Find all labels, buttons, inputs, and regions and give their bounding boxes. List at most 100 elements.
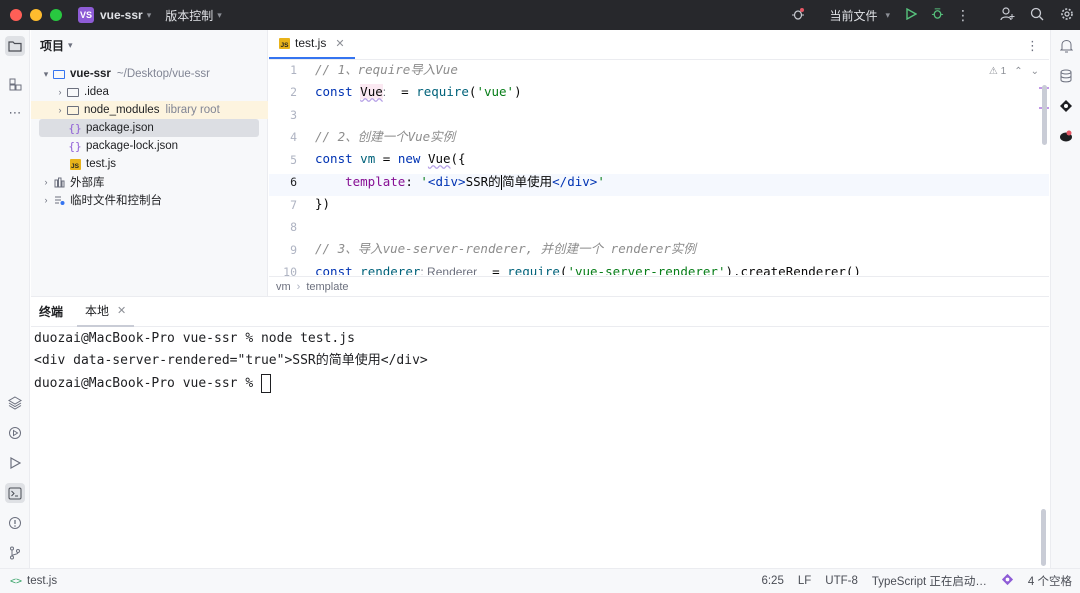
scratch-file-icon [52, 194, 66, 206]
tree-item-package-json[interactable]: {} package.json [39, 119, 259, 137]
expand-arrow-icon[interactable]: › [40, 177, 52, 187]
breadcrumb-item[interactable]: vm [276, 281, 291, 293]
inspection-indicator[interactable]: ⚠ 1 ⌃ ⌄ [989, 66, 1039, 77]
problems-icon[interactable] [5, 513, 25, 533]
vcs-menu[interactable]: 版本控制 [165, 7, 213, 24]
indent-setting[interactable]: 4 个空格 [1028, 573, 1072, 589]
tree-item-scratches[interactable]: › 临时文件和控制台 [31, 191, 268, 209]
maximize-window-button[interactable] [50, 9, 62, 21]
expand-arrow-icon[interactable]: › [40, 195, 52, 205]
tree-item-vue-ssr[interactable]: ▾ vue-ssr ~/Desktop/vue-ssr [31, 65, 268, 83]
ai-assistant-icon[interactable] [1001, 573, 1014, 589]
close-icon[interactable]: ✕ [117, 304, 126, 317]
database-icon[interactable] [1056, 66, 1076, 86]
breadcrumb-separator-icon: › [296, 280, 301, 293]
tree-item-node-modules[interactable]: › node_modules library root [31, 101, 268, 119]
run-panel-icon[interactable] [5, 453, 25, 473]
close-icon[interactable]: ✕ [335, 37, 344, 50]
line-number: 4 [290, 130, 297, 144]
minimize-window-button[interactable] [30, 9, 42, 21]
project-folder-icon[interactable] [5, 36, 25, 56]
code-line-6: template: '<div>SSR的 简单使用</div>' [345, 174, 605, 190]
terminal-icon[interactable] [5, 483, 25, 503]
more-tools-icon[interactable]: ⋯ [5, 103, 25, 123]
tab-local-terminal[interactable]: 本地 ✕ [77, 297, 135, 327]
tree-item-label: node_modules [84, 104, 160, 116]
services-icon[interactable] [5, 423, 25, 443]
expand-arrow-icon[interactable]: › [54, 105, 66, 115]
status-bar: <> test.js 6:25 LF UTF-8 TypeScript 正在启动… [0, 568, 1080, 593]
debug-icon[interactable] [924, 7, 950, 23]
right-tool-strip [1050, 30, 1080, 568]
notifications-bell-icon[interactable] [1056, 36, 1076, 56]
module-folder-icon [52, 68, 66, 80]
expand-arrow-icon[interactable]: › [54, 87, 66, 97]
ai-assistant-icon[interactable] [1056, 96, 1076, 116]
close-window-button[interactable] [10, 9, 22, 21]
code-line-9: // 3、导入vue-server-renderer, 并创建一个 render… [315, 241, 696, 256]
code-icon: <> [10, 575, 23, 587]
project-panel-header[interactable]: 项目 ▾ [31, 30, 267, 60]
breadcrumb: vm › template [269, 276, 1049, 296]
chevron-down-icon[interactable]: ⌄ [1031, 66, 1039, 77]
chevron-up-icon[interactable]: ⌃ [1014, 66, 1022, 77]
editor-scrollbar[interactable] [1042, 85, 1047, 145]
code-line-4: // 2、创建一个Vue实例 [315, 129, 456, 144]
tree-item-label: test.js [86, 158, 117, 170]
chevron-down-icon[interactable]: ▾ [885, 10, 890, 21]
cursor-position[interactable]: 6:25 [761, 575, 783, 587]
js-file-icon: JS [279, 37, 290, 49]
project-panel: 项目 ▾ ▾ vue-ssr ~/Desktop/vue-ssr › .idea… [31, 30, 268, 296]
code-line-10: const renderer: Renderer = require('vue-… [315, 264, 861, 275]
folder-icon [66, 104, 80, 116]
git-branch-icon[interactable] [5, 543, 25, 563]
chevron-down-icon[interactable]: ▾ [147, 10, 152, 21]
plugin-icon[interactable] [1056, 126, 1076, 146]
code-line-2: const Vue: = require('vue') [315, 84, 522, 99]
tree-item-external-libraries[interactable]: › 外部库 [31, 173, 268, 191]
tree-item-label: vue-ssr [70, 68, 111, 80]
search-icon[interactable] [1024, 7, 1050, 24]
breadcrumb-item[interactable]: template [306, 281, 348, 293]
line-number: 5 [290, 153, 297, 167]
js-file-icon: JS [68, 158, 82, 170]
run-config-selector[interactable]: 当前文件 [829, 7, 877, 24]
add-user-icon[interactable] [994, 6, 1020, 24]
run-icon[interactable] [898, 7, 924, 23]
language-service-status[interactable]: TypeScript 正在启动… [872, 573, 987, 589]
gear-icon[interactable] [1054, 7, 1080, 24]
project-panel-title: 项目 [40, 38, 65, 53]
chevron-down-icon[interactable]: ▾ [217, 10, 222, 21]
chevron-down-icon[interactable]: ▾ [68, 40, 73, 51]
file-encoding[interactable]: UTF-8 [825, 575, 858, 587]
project-switcher[interactable]: vue-ssr [100, 8, 143, 22]
status-file[interactable]: <> test.js [10, 575, 57, 587]
tab-label: 本地 [85, 304, 110, 318]
expand-arrow-icon[interactable]: ▾ [40, 69, 52, 80]
project-badge: VS [78, 7, 94, 23]
tree-item-package-lock-json[interactable]: {} package-lock.json [31, 137, 268, 155]
folder-icon [66, 86, 80, 98]
bug-icon[interactable] [785, 7, 811, 24]
tree-item-test-js[interactable]: JS test.js [31, 155, 268, 173]
more-icon[interactable]: ⋮ [1026, 38, 1039, 54]
status-file-name: test.js [27, 575, 58, 587]
tree-item-label: package.json [86, 122, 154, 134]
editor-tabs: JS test.js ✕ ⋮ [269, 30, 1049, 60]
terminal-line: duozai@MacBook-Pro vue-ssr % node test.j… [34, 331, 355, 346]
terminal-prompt-line[interactable]: duozai@MacBook-Pro vue-ssr % [34, 373, 271, 395]
terminal-title: 终端 [39, 305, 64, 319]
code-editor: JS test.js ✕ ⋮ 1 2 3 4 5 6 7 8 9 10 // 1… [269, 30, 1049, 296]
more-icon[interactable]: ⋮ [950, 7, 976, 24]
line-separator[interactable]: LF [798, 575, 811, 587]
line-number: 3 [290, 108, 297, 122]
terminal-scrollbar[interactable] [1041, 509, 1046, 566]
tab-test-js[interactable]: JS test.js ✕ [269, 29, 355, 59]
tree-item-idea[interactable]: › .idea [31, 83, 268, 101]
layers-icon[interactable] [5, 393, 25, 413]
tree-item-path: ~/Desktop/vue-ssr [116, 68, 210, 80]
tree-item-label: package-lock.json [86, 140, 179, 152]
line-number: 2 [290, 85, 297, 99]
structure-icon[interactable] [5, 74, 25, 94]
library-icon [52, 176, 66, 188]
